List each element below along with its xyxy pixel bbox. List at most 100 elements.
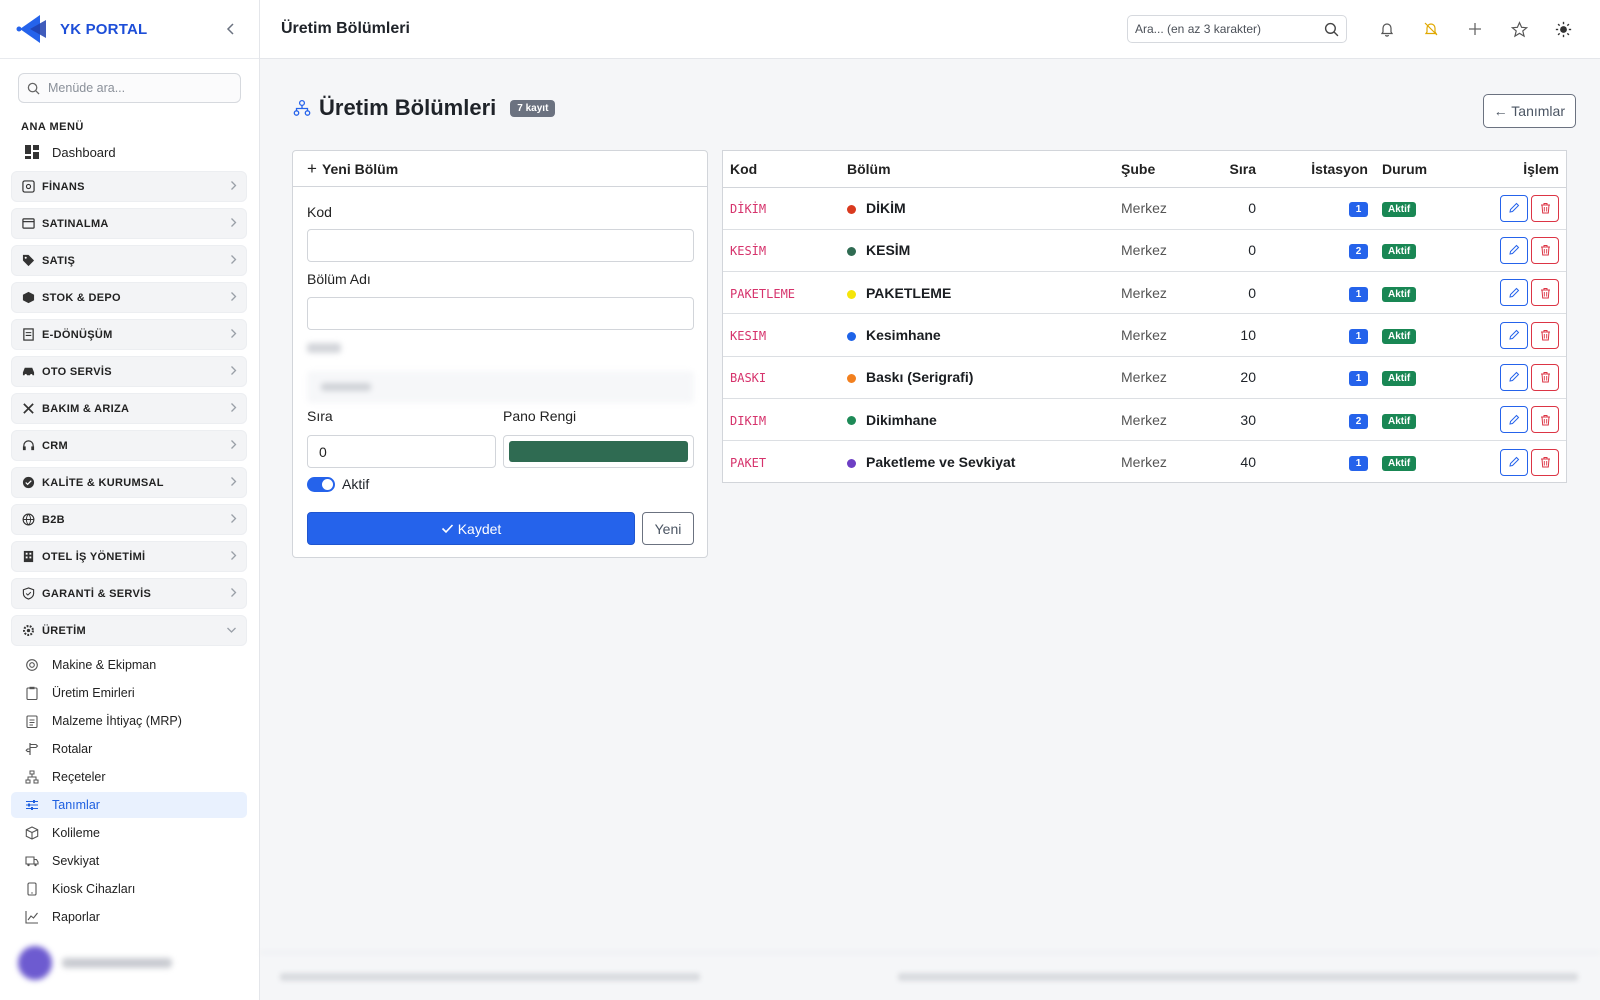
code-field[interactable]: [307, 229, 694, 262]
delete-button[interactable]: [1531, 363, 1559, 391]
branch-select-blurred[interactable]: [307, 371, 694, 403]
search-icon[interactable]: [1324, 22, 1339, 37]
new-section-form: + Yeni Bölüm Kod Bölüm Adı Sıra Pano Ren…: [292, 150, 708, 558]
sidebar-item-kolileme[interactable]: Kolileme: [11, 820, 247, 846]
globe-icon: [21, 513, 35, 527]
user-profile[interactable]: [18, 946, 172, 980]
col-header-order[interactable]: Sıra: [1204, 151, 1263, 188]
sidebar-group-label: E-DÖNÜŞÜM: [42, 328, 113, 341]
collapse-sidebar-button[interactable]: [219, 17, 243, 41]
global-search-box[interactable]: [1127, 15, 1347, 43]
section-name-field[interactable]: [307, 297, 694, 330]
edit-button[interactable]: [1500, 194, 1528, 222]
chevron-right-icon: [230, 439, 237, 453]
sidebar-group-satinalma[interactable]: SATINALMA: [11, 208, 247, 239]
back-to-definitions-button[interactable]: ← Tanımlar: [1482, 94, 1576, 128]
sidebar-item-makine-ekipman[interactable]: Makine & Ekipman: [11, 652, 247, 678]
edit-button[interactable]: [1500, 279, 1528, 307]
save-button[interactable]: Kaydet: [307, 512, 635, 545]
brand-name[interactable]: YK PORTAL: [60, 21, 219, 38]
edit-button[interactable]: [1500, 448, 1528, 476]
delete-button[interactable]: [1531, 321, 1559, 349]
board-color-picker[interactable]: [503, 435, 694, 468]
delete-button[interactable]: [1531, 279, 1559, 307]
sidebar-item-tan-mlar[interactable]: Tanımlar: [11, 792, 247, 818]
clipboard-list-icon: [24, 714, 39, 729]
sidebar-item-receteler[interactable]: Reçeteler: [11, 764, 247, 790]
delete-button[interactable]: [1531, 194, 1559, 222]
new-button[interactable]: Yeni: [642, 512, 694, 545]
menu-search-box[interactable]: [18, 73, 241, 103]
theme-toggle-button[interactable]: [1547, 13, 1579, 45]
footer-blurred: [260, 952, 1600, 1000]
sidebar-group-finans[interactable]: FİNANS: [11, 171, 247, 202]
edit-button[interactable]: [1500, 363, 1528, 391]
sidebar-group-crm[interactable]: CRM: [11, 430, 247, 461]
table-row[interactable]: PAKETLEME PAKETLEME Merkez 0 1 Aktif: [723, 271, 1566, 315]
delete-button[interactable]: [1531, 406, 1559, 434]
sidebar-group-uretim[interactable]: ÜRETİM: [11, 615, 247, 646]
table-row[interactable]: BASKI Baskı (Serigrafi) Merkez 20 1 Akti…: [723, 356, 1566, 399]
section-code: DİKİM: [730, 202, 767, 217]
table-row[interactable]: KESIM Kesimhane Merkez 10 1 Aktif: [723, 313, 1566, 357]
chevron-right-icon: [230, 365, 237, 379]
signpost-icon: [24, 742, 39, 757]
table-row[interactable]: KESİM KESİM Merkez 0 2 Aktif: [723, 229, 1566, 273]
section-code: BASKI: [730, 371, 767, 386]
section-code: PAKETLEME: [730, 286, 796, 301]
sidebar-group-oto-servis[interactable]: OTO SERVİS: [11, 356, 247, 387]
edit-button[interactable]: [1500, 321, 1528, 349]
order-field[interactable]: [307, 435, 496, 468]
table-row[interactable]: DIKIM Dikimhane Merkez 30 2 Aktif: [723, 398, 1566, 442]
active-toggle[interactable]: [307, 476, 335, 492]
edit-button[interactable]: [1500, 236, 1528, 264]
global-search-input[interactable]: [1135, 22, 1324, 36]
sidebar-item-malzeme-ihtiyac-mrp[interactable]: Malzeme İhtiyaç (MRP): [11, 708, 247, 734]
table-row[interactable]: PAKET Paketleme ve Sevkiyat Merkez 40 1 …: [723, 441, 1566, 483]
col-header-stations[interactable]: İstasyon: [1263, 151, 1375, 188]
add-button[interactable]: [1459, 13, 1491, 45]
sidebar-item-uretim-emirleri[interactable]: Üretim Emirleri: [11, 680, 247, 706]
notifications-button[interactable]: [1371, 13, 1403, 45]
mute-notifications-button[interactable]: [1415, 13, 1447, 45]
sidebar-group-otel-is-yonetimi[interactable]: OTEL İŞ YÖNETİMİ: [11, 541, 247, 572]
table-row[interactable]: DİKİM DİKİM Merkez 0 1 Aktif: [723, 187, 1566, 230]
clipboard-icon: [24, 686, 39, 701]
pencil-icon: [1509, 372, 1520, 382]
sidebar-group-satis[interactable]: SATIŞ: [11, 245, 247, 276]
sidebar-group-stok-depo[interactable]: STOK & DEPO: [11, 282, 247, 313]
sidebar-group-bakim-ariza[interactable]: BAKIM & ARIZA: [11, 393, 247, 424]
sidebar-item-sevkiyat[interactable]: Sevkiyat: [11, 848, 247, 874]
sidebar-item-raporlar[interactable]: Raporlar: [11, 904, 247, 930]
station-count-badge: 1: [1349, 202, 1368, 218]
edit-button[interactable]: [1500, 406, 1528, 434]
chevron-right-icon: [230, 217, 237, 231]
active-toggle-row[interactable]: Aktif: [307, 476, 369, 492]
order-value: 20: [1240, 369, 1256, 386]
sidebar-group-garanti-servis[interactable]: GARANTİ & SERVİS: [11, 578, 247, 609]
branch-name: Merkez: [1121, 454, 1167, 471]
delete-button[interactable]: [1531, 448, 1559, 476]
col-header-branch[interactable]: Şube: [1114, 151, 1204, 188]
color-dot: [847, 331, 856, 341]
branch-name: Merkez: [1121, 242, 1167, 259]
gear-icon: [21, 624, 35, 638]
board-color-label: Pano Rengi: [503, 408, 577, 424]
sidebar-item-dashboard[interactable]: Dashboard: [0, 139, 259, 165]
sliders-icon: [24, 798, 39, 813]
form-title: Yeni Bölüm: [321, 160, 399, 177]
sidebar-item-rotalar[interactable]: Rotalar: [11, 736, 247, 762]
col-header-status[interactable]: Durum: [1375, 151, 1465, 188]
logo-icon[interactable]: [16, 12, 50, 46]
sidebar-item-kiosk-cihazlar[interactable]: Kiosk Cihazları: [11, 876, 247, 902]
section-name: Kesimhane: [866, 327, 941, 344]
menu-search-input[interactable]: [48, 81, 228, 95]
favorites-button[interactable]: [1503, 13, 1535, 45]
col-header-section[interactable]: Bölüm: [840, 151, 1114, 188]
delete-button[interactable]: [1531, 236, 1559, 264]
sidebar-group-b2b[interactable]: B2B: [11, 504, 247, 535]
sidebar-group-kalite-kurumsal[interactable]: KALİTE & KURUMSAL: [11, 467, 247, 498]
sidebar-group-e-donusum[interactable]: E-DÖNÜŞÜM: [11, 319, 247, 350]
color-dot: [847, 289, 856, 299]
col-header-code[interactable]: Kod: [723, 151, 840, 188]
